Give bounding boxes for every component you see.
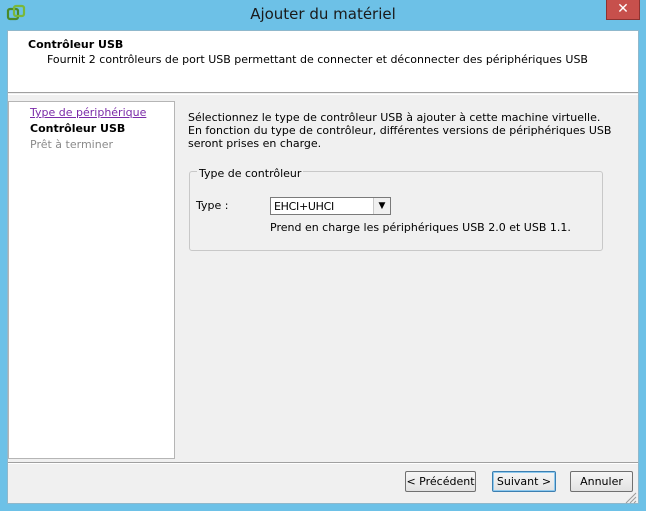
type-label: Type : <box>196 199 229 212</box>
next-button[interactable]: Suivant > <box>492 471 556 492</box>
controller-type-group <box>189 171 603 251</box>
window-title: Ajouter du matériel <box>250 5 396 23</box>
step-type-de-peripherique[interactable]: Type de périphérique <box>30 106 146 119</box>
wizard-steps-panel: Type de périphérique Contrôleur USB Prêt… <box>8 101 175 459</box>
content-area: Sélectionnez le type de contrôleur USB à… <box>188 111 628 150</box>
step-pret-a-terminer: Prêt à terminer <box>30 138 113 151</box>
resize-grip-icon[interactable] <box>623 490 637 504</box>
type-help-text: Prend en charge les périphériques USB 2.… <box>270 221 571 234</box>
intro-text: Sélectionnez le type de contrôleur USB à… <box>188 111 612 150</box>
title-bar: Ajouter du matériel ✕ <box>0 0 646 30</box>
wizard-client-area: Contrôleur USB Fournit 2 contrôleurs de … <box>7 30 639 504</box>
cancel-button[interactable]: Annuler <box>570 471 633 492</box>
page-title: Contrôleur USB <box>28 38 124 51</box>
wizard-header: Contrôleur USB Fournit 2 contrôleurs de … <box>8 31 638 93</box>
controller-type-value: EHCI+UHCI <box>274 200 334 213</box>
group-title: Type de contrôleur <box>197 167 304 180</box>
previous-button[interactable]: < Précédent <box>405 471 476 492</box>
step-controleur-usb: Contrôleur USB <box>30 122 126 135</box>
controller-type-select[interactable]: EHCI+UHCI ▼ <box>270 197 391 215</box>
page-description: Fournit 2 contrôleurs de port USB permet… <box>47 53 588 66</box>
close-button[interactable]: ✕ <box>606 0 640 20</box>
chevron-down-icon[interactable]: ▼ <box>373 198 390 214</box>
